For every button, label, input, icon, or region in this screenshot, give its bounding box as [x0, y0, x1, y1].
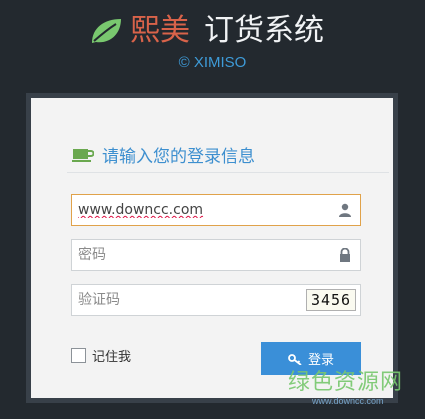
remember-checkbox[interactable] [71, 348, 86, 363]
username-input[interactable] [78, 195, 328, 225]
brand: 熙美 订货系统 [88, 10, 324, 52]
captcha-image[interactable]: 3456 [306, 289, 356, 311]
password-field [71, 239, 361, 271]
divider [67, 172, 389, 173]
lock-icon [340, 248, 350, 262]
remember-label: 记住我 [92, 350, 132, 365]
brand-name: 熙美 [130, 13, 190, 48]
cup-icon [72, 148, 94, 162]
watermark-text: 绿色资源网 [288, 370, 404, 395]
username-field [71, 194, 361, 226]
app-title: 订货系统 [204, 13, 324, 48]
login-heading: 请输入您的登录信息 [72, 142, 255, 167]
remember-me[interactable]: 记住我 [71, 346, 131, 365]
password-input[interactable] [78, 240, 328, 270]
header: 熙美 订货系统 © XIMISO [0, 0, 425, 90]
login-card: 请输入您的登录信息 3456 记住我 [31, 98, 393, 398]
leaf-icon [92, 19, 121, 43]
user-icon [339, 203, 351, 217]
captcha-input[interactable] [78, 285, 278, 315]
watermark: 绿色资源网 www.downcc.com [288, 364, 403, 406]
copyright-text: © XIMISO [178, 54, 247, 71]
login-heading-text: 请输入您的登录信息 [102, 147, 255, 167]
login-panel: 请输入您的登录信息 3456 记住我 [26, 93, 398, 403]
watermark-url: www.downcc.com [312, 396, 384, 406]
key-icon [288, 353, 302, 365]
captcha-field: 3456 [71, 284, 361, 316]
